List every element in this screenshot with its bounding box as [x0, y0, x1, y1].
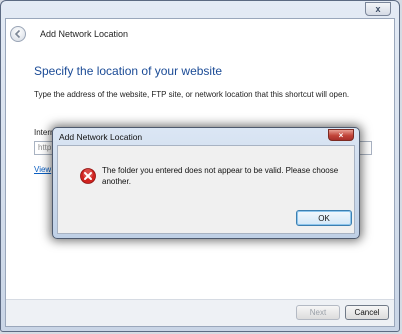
- close-icon: x: [375, 4, 381, 14]
- wizard-footer: Next Cancel: [6, 299, 394, 326]
- wizard-close-button[interactable]: x: [365, 2, 391, 16]
- instruction-text: Type the address of the website, FTP sit…: [34, 90, 350, 99]
- dialog-body: The folder you entered does not appear t…: [57, 145, 355, 234]
- cancel-button[interactable]: Cancel: [345, 305, 389, 320]
- back-button[interactable]: [10, 26, 26, 42]
- back-arrow-icon: [14, 29, 21, 39]
- next-button[interactable]: Next: [296, 305, 340, 320]
- page-heading: Specify the location of your website: [34, 64, 223, 78]
- dialog-close-button[interactable]: ×: [328, 129, 354, 141]
- ok-button[interactable]: OK: [296, 210, 352, 226]
- dialog-title: Add Network Location: [59, 132, 143, 142]
- error-dialog: Add Network Location × The folder you en…: [52, 127, 360, 239]
- wizard-title-row: Add Network Location: [6, 25, 394, 47]
- close-icon: ×: [338, 130, 344, 140]
- view-examples-link[interactable]: View: [34, 165, 51, 174]
- error-message: The folder you entered does not appear t…: [102, 166, 339, 186]
- error-icon: [80, 168, 96, 184]
- wizard-title: Add Network Location: [40, 29, 129, 39]
